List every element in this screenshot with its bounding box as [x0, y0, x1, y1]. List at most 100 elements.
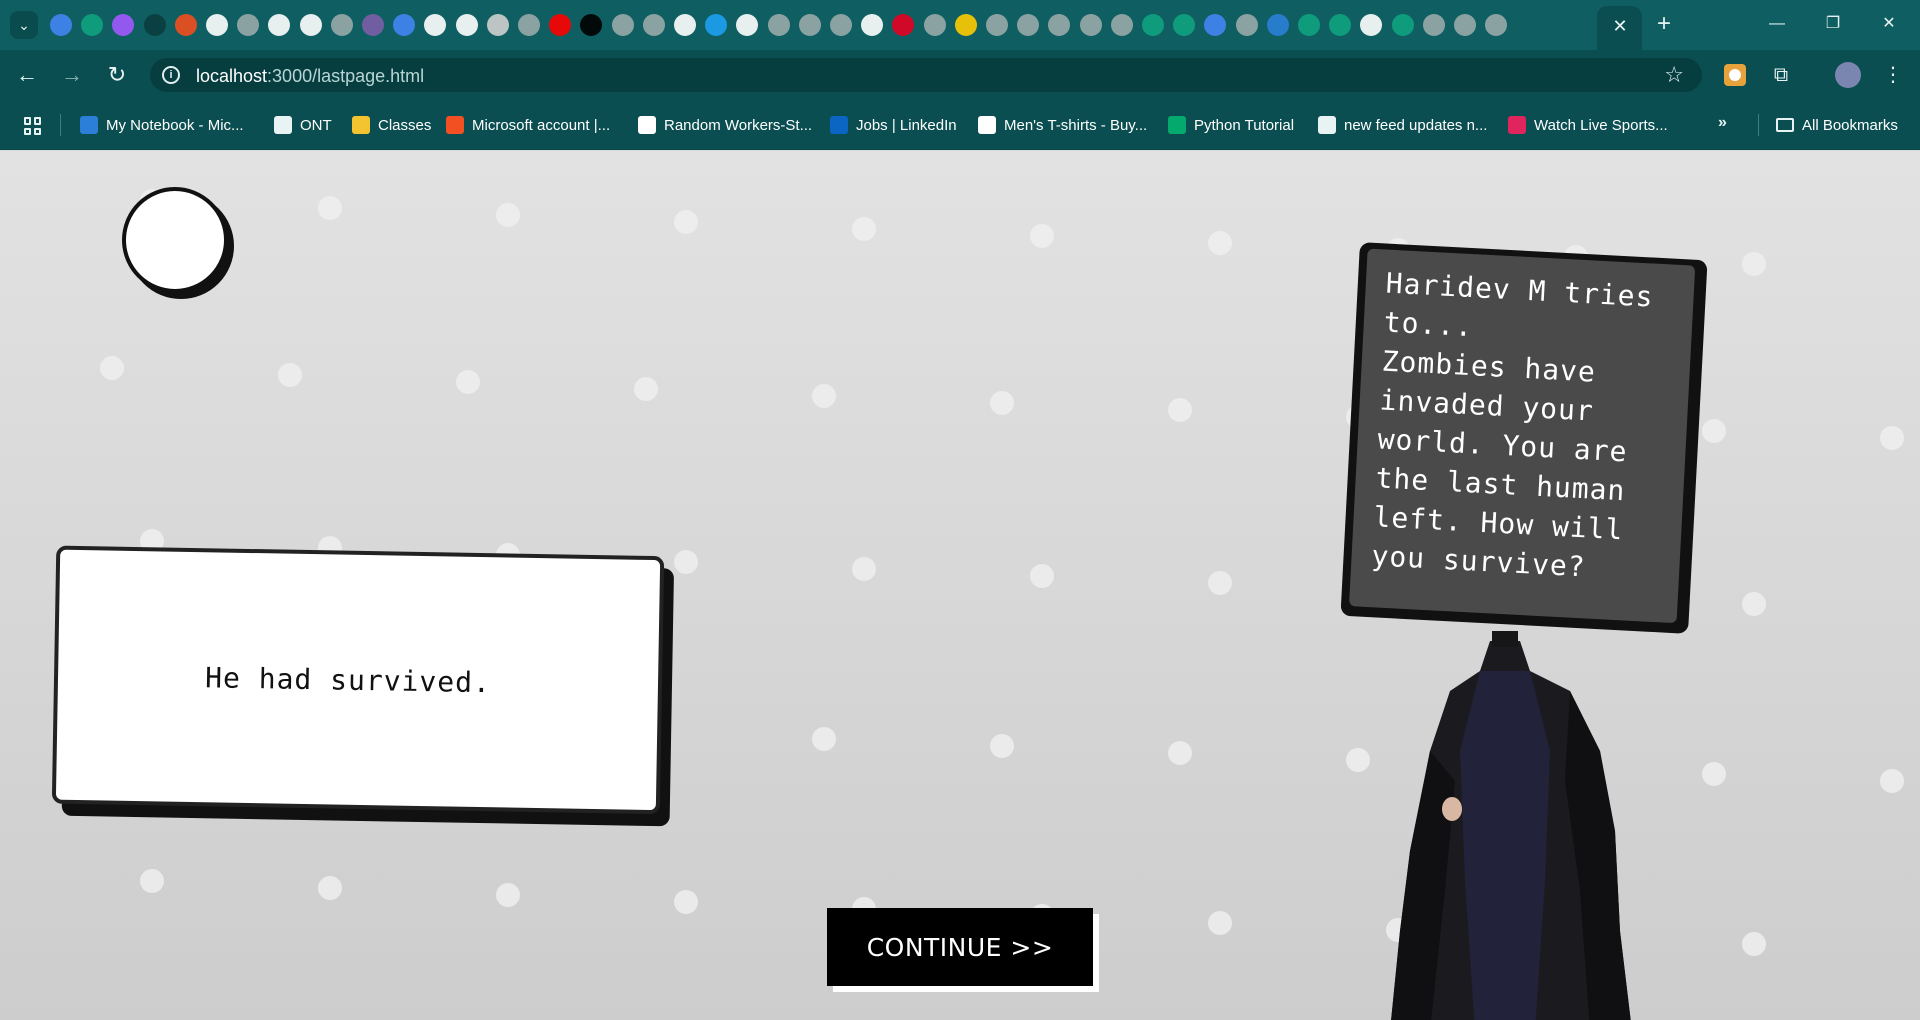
tab-favicon-icon[interactable]: [455, 14, 478, 36]
bookmark-item[interactable]: new feed updates n...: [1318, 115, 1487, 135]
url-text[interactable]: localhost:3000/lastpage.html: [196, 66, 424, 87]
tab-favicon-icon[interactable]: [798, 14, 821, 36]
tab-favicon-icon[interactable]: [1048, 14, 1071, 36]
window-close-button[interactable]: ✕: [1874, 12, 1904, 36]
tab-favicon-icon[interactable]: [362, 14, 384, 36]
tab-favicon-icon[interactable]: [611, 14, 634, 36]
tab-favicon-icon[interactable]: [923, 14, 946, 36]
snow-dot: [812, 384, 836, 408]
tab-favicon-icon[interactable]: [424, 14, 447, 36]
tab-favicon-icon[interactable]: [1266, 14, 1289, 36]
bookmark-item[interactable]: Classes: [352, 115, 431, 135]
tab-favicon-icon[interactable]: [1017, 14, 1040, 36]
tab-favicon-icon[interactable]: [174, 14, 197, 36]
tab-favicon-icon[interactable]: [736, 14, 759, 36]
tab-favicon-icon[interactable]: [518, 14, 540, 36]
extension-icon[interactable]: [1724, 64, 1746, 86]
restore-button[interactable]: ❐: [1818, 12, 1848, 36]
tab-search-button[interactable]: ⌄: [10, 11, 38, 39]
snow-dot: [1702, 419, 1726, 443]
tab-favicon-icon[interactable]: [674, 14, 696, 36]
back-arrow-icon[interactable]: ←: [12, 62, 42, 88]
forward-arrow-icon[interactable]: →: [57, 62, 87, 88]
active-tab[interactable]: ✕: [1597, 6, 1642, 50]
tab-favicon-icon[interactable]: [1173, 14, 1196, 36]
tab-favicon-icon[interactable]: [1329, 14, 1352, 36]
all-bookmarks-button[interactable]: All Bookmarks: [1776, 115, 1898, 135]
site-info-icon[interactable]: i: [162, 66, 180, 84]
tab-favicon-icon[interactable]: [861, 14, 884, 36]
snow-dot: [812, 727, 836, 751]
menu-kebab-icon[interactable]: ⋮: [1880, 62, 1906, 88]
tab-favicon-icon[interactable]: [892, 14, 915, 36]
snow-dot: [456, 370, 480, 394]
snow-dot: [990, 391, 1014, 415]
tab-favicon-icon[interactable]: [393, 14, 416, 36]
new-tab-button[interactable]: +: [1652, 12, 1676, 36]
close-tab-icon[interactable]: ✕: [1610, 16, 1630, 36]
all-bookmarks-label: All Bookmarks: [1802, 116, 1898, 134]
tab-favicon-icon[interactable]: [1298, 14, 1320, 36]
snow-dot: [634, 377, 658, 401]
folder-icon: [1776, 118, 1794, 132]
minimize-button[interactable]: —: [1762, 12, 1792, 36]
snow-dot: [674, 550, 698, 574]
bookmark-item[interactable]: Men's T-shirts - Buy...: [978, 115, 1147, 135]
tab-favicon-icon[interactable]: [1454, 14, 1476, 36]
tab-favicon-icon[interactable]: [81, 14, 104, 36]
story-panel: He had survived.: [51, 545, 665, 815]
tab-favicon-icon[interactable]: [206, 14, 228, 36]
address-bar[interactable]: i localhost:3000/lastpage.html ☆: [150, 58, 1702, 92]
reload-icon[interactable]: ↻: [102, 62, 132, 88]
tab-favicon-icon[interactable]: [830, 14, 852, 36]
tab-favicon-icon[interactable]: [330, 14, 353, 36]
tab-favicon-icon[interactable]: [705, 14, 728, 36]
tab-favicon-icon[interactable]: [1422, 14, 1445, 36]
tab-favicon-icon[interactable]: [50, 14, 72, 36]
tab-favicon-icon[interactable]: [112, 14, 135, 36]
tab-favicon-icon[interactable]: [1391, 14, 1414, 36]
bookmark-item[interactable]: Random Workers-St...: [638, 115, 812, 135]
continue-button[interactable]: CONTINUE >>: [827, 908, 1093, 986]
snow-dot: [496, 203, 520, 227]
bookmark-item[interactable]: Jobs | LinkedIn: [830, 115, 957, 135]
bookmark-item[interactable]: Watch Live Sports...: [1508, 115, 1668, 135]
tab-favicon-icon[interactable]: [299, 14, 322, 36]
tab-favicon-icon[interactable]: [237, 14, 260, 36]
tab-favicon-icon[interactable]: [1204, 14, 1227, 36]
microsoft-icon: [446, 116, 464, 134]
tab-favicon-icon[interactable]: [549, 14, 572, 36]
tab-favicon-icon[interactable]: [642, 14, 665, 36]
tab-favicon-icon[interactable]: [486, 14, 509, 36]
story-text: He had survived.: [204, 660, 492, 699]
snow-dot: [852, 217, 876, 241]
profile-avatar[interactable]: [1835, 62, 1861, 88]
bookmark-item[interactable]: ONT: [274, 115, 332, 135]
more-bookmarks-icon[interactable]: »: [1718, 114, 1727, 132]
tab-favicon-icon[interactable]: [1485, 14, 1508, 36]
tab-favicon-icon[interactable]: [1142, 14, 1164, 36]
snow-dot: [278, 363, 302, 387]
tab-favicon-icon[interactable]: [954, 14, 977, 36]
apps-grid-icon[interactable]: [24, 117, 42, 135]
speech-box: Haridev M tries to... Zombies have invad…: [1340, 242, 1708, 634]
tab-favicon-icon[interactable]: [268, 14, 291, 36]
bookmark-star-icon[interactable]: ☆: [1664, 62, 1684, 88]
tab-favicon-icon[interactable]: [143, 14, 166, 36]
character-figure: [1391, 631, 1631, 1020]
tab-favicon-icon[interactable]: [1110, 14, 1133, 36]
speech-text: Haridev M tries to... Zombies have invad…: [1370, 266, 1655, 584]
tab-favicon-icon[interactable]: [1235, 14, 1258, 36]
bookmark-item[interactable]: Python Tutorial: [1168, 115, 1294, 135]
tab-favicon-icon[interactable]: [767, 14, 790, 36]
snow-dot: [318, 196, 342, 220]
tab-favicon-icon[interactable]: [1079, 14, 1102, 36]
tab-favicon-icon[interactable]: [1360, 14, 1383, 36]
tab-favicon-icon[interactable]: [986, 14, 1008, 36]
tab-favicon-icon[interactable]: [580, 14, 603, 36]
extensions-puzzle-icon[interactable]: ⧉: [1768, 62, 1794, 88]
bookmark-item[interactable]: Microsoft account |...: [446, 115, 610, 135]
globe-icon: [1318, 116, 1336, 134]
bookmark-label: ONT: [300, 116, 332, 134]
bookmark-item[interactable]: My Notebook - Mic...: [80, 115, 244, 135]
